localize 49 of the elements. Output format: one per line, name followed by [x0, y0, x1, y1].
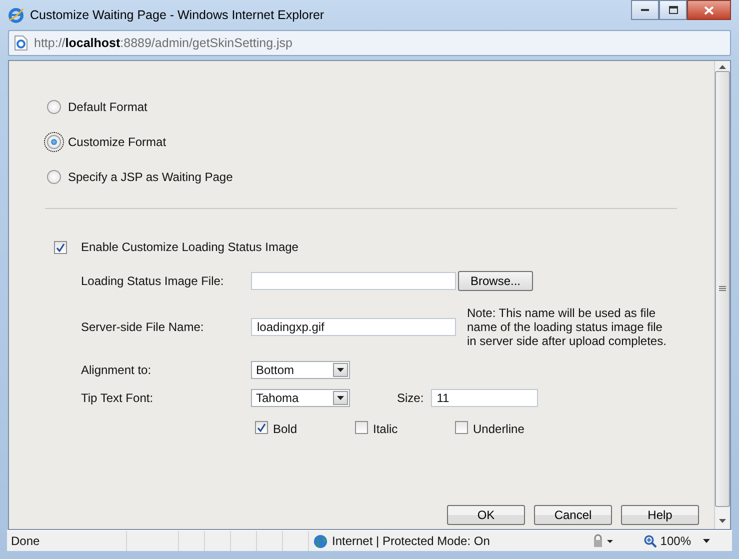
caret-icon — [703, 539, 710, 543]
maximize-button[interactable] — [659, 0, 687, 20]
security-zone-text: Internet | Protected Mode: On — [332, 534, 490, 548]
radio-button[interactable] — [47, 134, 61, 148]
scroll-up-icon[interactable] — [719, 65, 726, 69]
dialog-button[interactable]: Cancel — [534, 505, 612, 525]
status-text: Done — [7, 531, 127, 551]
note-text: Note: This name will be used as file name of the loading status image file in server side after upload completes. — [467, 306, 667, 348]
radio-button[interactable] — [47, 100, 61, 114]
alignment-dropdown[interactable]: Bottom — [251, 361, 350, 379]
maximize-icon — [668, 6, 678, 14]
checkbox[interactable] — [54, 240, 67, 254]
window-title: Customize Waiting Page - Windows Internet Explorer — [30, 8, 324, 22]
input-field[interactable]: loadingxp.gif — [251, 318, 456, 336]
zoom-control[interactable]: 100% — [644, 534, 732, 548]
address-bar[interactable]: http://localhost:8889/admin/getSkinSetting.jsp — [8, 30, 731, 56]
close-icon — [704, 6, 714, 14]
minimize-icon — [641, 8, 649, 12]
field-label: Server-side File Name: — [81, 319, 205, 336]
file-input-field[interactable] — [251, 272, 456, 290]
checkbox-label: Enable Customize Loading Status Image — [81, 240, 298, 254]
scrollbar-thumb[interactable] — [715, 71, 730, 507]
radio-button[interactable] — [47, 170, 61, 184]
size-input-field[interactable]: 11 — [430, 389, 538, 407]
page-icon — [14, 35, 28, 51]
checkbox-label: Italic — [373, 422, 398, 436]
dialog-button[interactable]: OK — [447, 505, 525, 525]
close-button[interactable] — [687, 0, 731, 20]
checkbox-label: Bold — [273, 422, 298, 436]
checkbox-label: Underline — [473, 422, 524, 436]
browse-button[interactable]: Browse... — [458, 271, 533, 291]
browser-logo-icon — [8, 7, 24, 23]
zoom-icon — [644, 534, 658, 548]
scroll-down-icon[interactable] — [719, 519, 726, 523]
field-label: Loading Status Image File: — [81, 273, 225, 290]
url-text: http://localhost:8889/admin/getSkinSetting.jsp — [34, 36, 292, 50]
globe-icon — [313, 534, 328, 548]
field-label: Size: — [397, 391, 424, 405]
dialog-button[interactable]: Help — [621, 505, 699, 525]
checkbox[interactable] — [355, 420, 368, 434]
radio-label: Customize Format — [68, 134, 166, 148]
radio-label: Specify a JSP as Waiting Page — [68, 170, 233, 184]
checkbox[interactable] — [255, 420, 268, 434]
font-dropdown[interactable]: Tahoma — [251, 389, 350, 407]
checkbox[interactable] — [455, 420, 468, 434]
field-label: Alignment to: — [81, 362, 152, 379]
radio-label: Default Format — [68, 100, 148, 114]
minimize-button[interactable] — [631, 0, 659, 20]
field-label: Tip Text Font: — [81, 390, 154, 407]
